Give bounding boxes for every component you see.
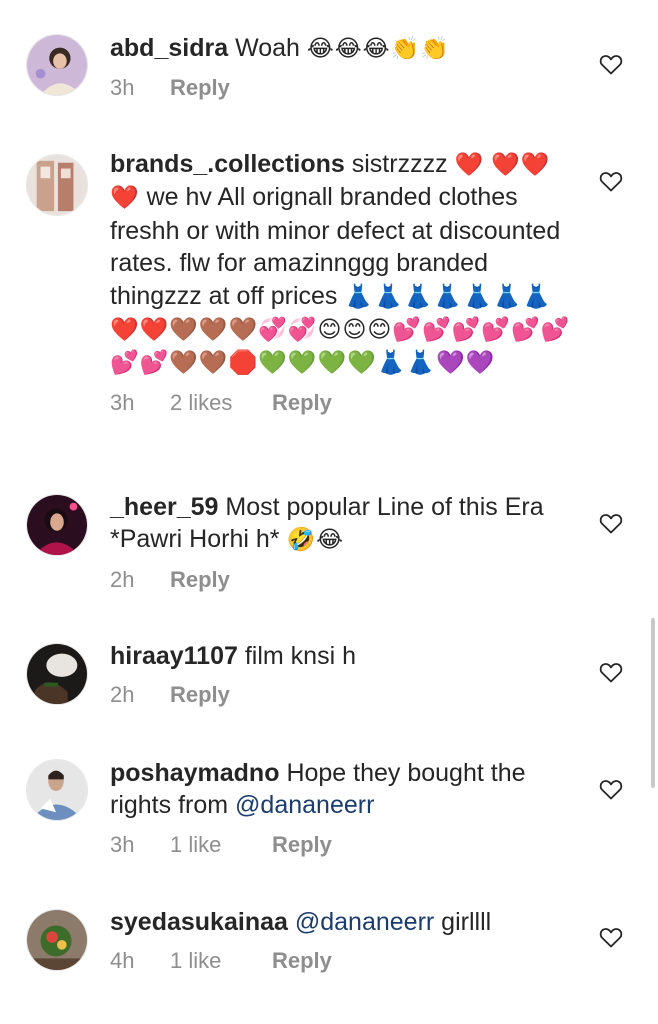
reply-button[interactable]: Reply [170, 567, 230, 593]
likes-count[interactable]: 1 like [170, 832, 272, 858]
comment-text: abd_sidra Woah 😂😂😂👏👏 [110, 32, 572, 65]
reply-button[interactable]: Reply [272, 832, 332, 858]
comment-meta: 2h Reply [110, 567, 572, 593]
comment-username[interactable]: brands_.collections [110, 150, 345, 178]
comment-text: brands_.collections sistrzzzz ❤️ ❤️❤️❤️ … [110, 148, 572, 380]
comment-body: girllll [441, 908, 492, 936]
avatar[interactable] [26, 909, 88, 971]
like-heart-icon[interactable] [599, 53, 623, 75]
comment-meta: 2h Reply [110, 682, 572, 708]
comment-body: Woah [235, 34, 300, 62]
like-heart-icon[interactable] [599, 512, 623, 534]
comment-text: poshaymadno Hope they bought the rights … [110, 757, 572, 822]
comment-text: syedasukainaa @dananeerr girllll [110, 906, 572, 938]
comment-time: 3h [110, 389, 135, 415]
comment-emoji: 🤣😂 [286, 527, 344, 554]
reply-button[interactable]: Reply [272, 948, 332, 974]
avatar[interactable] [26, 154, 88, 216]
comment-meta: 3h Reply [110, 75, 572, 101]
reply-button[interactable]: Reply [170, 75, 230, 101]
comment-body: film knsi h [244, 642, 356, 670]
comment-body: sistrzzzz [351, 150, 448, 178]
comment-time: 2h [110, 566, 135, 592]
comment-meta: 3h 1 like Reply [110, 832, 572, 858]
comment-time: 2h [110, 682, 135, 708]
comment-emoji: ❤️ [454, 152, 485, 178]
comment-text: _heer_59 Most popular Line of this Era *… [110, 491, 572, 557]
likes-count[interactable]: 2 likes [170, 390, 272, 416]
like-heart-icon[interactable] [599, 778, 623, 800]
mention-link[interactable]: @dananeerr [235, 791, 374, 819]
comment-meta: 3h 2 likes Reply [110, 390, 572, 416]
likes-count[interactable]: 1 like [170, 948, 272, 974]
avatar[interactable] [26, 34, 88, 96]
comment-username[interactable]: hiraay1107 [110, 642, 238, 670]
reply-button[interactable]: Reply [170, 682, 230, 708]
comment-username[interactable]: abd_sidra [110, 34, 228, 62]
comment-text: hiraay1107 film knsi h [110, 640, 572, 672]
scrollbar[interactable] [651, 618, 655, 788]
comment-time: 3h [110, 75, 135, 101]
comment-username[interactable]: syedasukainaa [110, 908, 288, 936]
avatar[interactable] [26, 643, 88, 705]
comment-username[interactable]: poshaymadno [110, 759, 279, 787]
comment-username[interactable]: _heer_59 [110, 493, 218, 521]
mention-link[interactable]: @dananeerr [295, 908, 434, 936]
like-heart-icon[interactable] [599, 170, 623, 192]
avatar[interactable] [26, 494, 88, 556]
reply-button[interactable]: Reply [272, 390, 332, 416]
comment-meta: 4h 1 like Reply [110, 948, 572, 974]
like-heart-icon[interactable] [599, 661, 623, 683]
comment-time: 4h [110, 948, 135, 974]
comment-time: 3h [110, 831, 135, 857]
comment-emoji: 😂😂😂👏👏 [306, 36, 450, 62]
like-heart-icon[interactable] [599, 926, 623, 948]
avatar[interactable] [26, 759, 88, 821]
